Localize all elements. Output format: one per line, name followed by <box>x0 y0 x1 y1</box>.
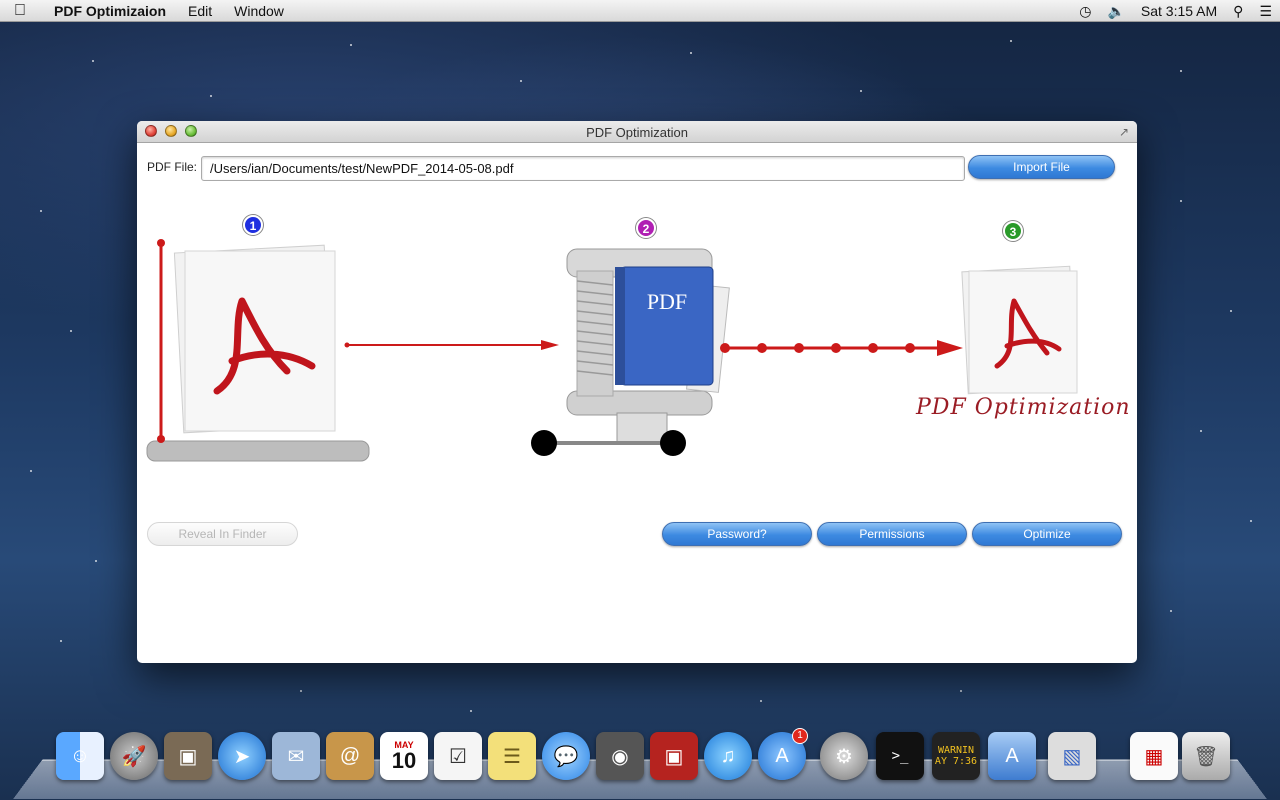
safari-icon[interactable]: ➤ <box>218 732 266 780</box>
facetime-icon[interactable]: ◉ <box>596 732 644 780</box>
photo-booth-icon[interactable]: ▣ <box>650 732 698 780</box>
title-bar[interactable]: PDF Optimization ↗ <box>137 121 1137 143</box>
spotlight-icon[interactable]: ⚲ <box>1225 3 1251 20</box>
calendar-day: 10 <box>391 748 417 773</box>
fullscreen-icon[interactable]: ↗ <box>1117 125 1131 139</box>
reveal-in-finder-button[interactable]: Reveal In Finder <box>147 522 298 546</box>
notes-icon[interactable]: ☰ <box>488 732 536 780</box>
compressor-icon: PDF <box>531 248 730 456</box>
console-text-1: WARNIN <box>937 745 975 756</box>
optimize-button[interactable]: Optimize <box>972 522 1122 546</box>
contacts-icon[interactable]: @ <box>326 732 374 780</box>
input-pdf-icon <box>146 239 370 462</box>
trash-icon[interactable]: 🗑 <box>1182 732 1230 780</box>
app-store-icon[interactable]: A 1 <box>758 728 808 780</box>
reminders-icon[interactable]: ☑ <box>434 732 482 780</box>
optimization-diagram: PDF <box>146 239 1078 462</box>
pdf-file-label: PDF File: <box>147 160 198 174</box>
output-pdf-icon <box>961 265 1078 395</box>
xcode-icon[interactable]: A <box>988 732 1036 780</box>
pdf-optimization-icon[interactable]: ▧ <box>1048 732 1096 780</box>
itunes-icon[interactable]: ♫ <box>704 732 752 780</box>
menu-bar:  PDF Optimizaion Edit Window ◷ 🔈 Sat 3:… <box>0 0 1280 22</box>
photo-browser-icon[interactable]: ▣ <box>164 732 212 780</box>
window-title: PDF Optimization <box>586 125 688 140</box>
pdf-optimization-window: PDF Optimization ↗ PDF File: Import File… <box>137 121 1137 663</box>
console-icon[interactable]: WARNIN AY 7:36 <box>932 732 980 780</box>
clock[interactable]: Sat 3:15 AM <box>1133 3 1225 19</box>
mail-icon[interactable]: ✉ <box>272 732 320 780</box>
system-preferences-icon[interactable]: ⚙ <box>820 732 868 780</box>
volume-icon[interactable]: 🔈 <box>1099 3 1132 20</box>
launchpad-icon[interactable]: 🚀 <box>110 732 158 780</box>
result-caption: PDF Optimization <box>916 395 1131 420</box>
pdf-file-path-field[interactable] <box>201 156 965 181</box>
console-text-2: AY 7:36 <box>934 756 978 767</box>
app-store-badge: 1 <box>792 728 808 744</box>
finder-icon[interactable]: ☺ <box>56 732 104 780</box>
apple-menu-icon[interactable]:  <box>0 2 40 20</box>
calendar-icon[interactable]: MAY 10 <box>380 732 428 780</box>
menu-window[interactable]: Window <box>223 3 295 19</box>
menu-app-name[interactable]: PDF Optimizaion <box>40 3 177 19</box>
messages-icon[interactable]: 💬 <box>542 732 590 780</box>
compressor-pdf-label: PDF <box>647 289 687 314</box>
dock: ☺ 🚀 ▣ ➤ ✉ @ MAY 10 ☑ ☰ 💬 ◉ ▣ ♫ A 1 ⚙ >_ … <box>0 728 1280 792</box>
password-button[interactable]: Password? <box>662 522 812 546</box>
terminal-icon[interactable]: >_ <box>876 732 924 780</box>
import-file-button[interactable]: Import File <box>968 155 1115 179</box>
document-icon[interactable]: ▦ <box>1130 732 1178 780</box>
time-machine-icon[interactable]: ◷ <box>1071 3 1099 20</box>
notification-center-icon[interactable]: ☰ <box>1251 3 1280 20</box>
permissions-button[interactable]: Permissions <box>817 522 967 546</box>
menu-edit[interactable]: Edit <box>177 3 223 19</box>
